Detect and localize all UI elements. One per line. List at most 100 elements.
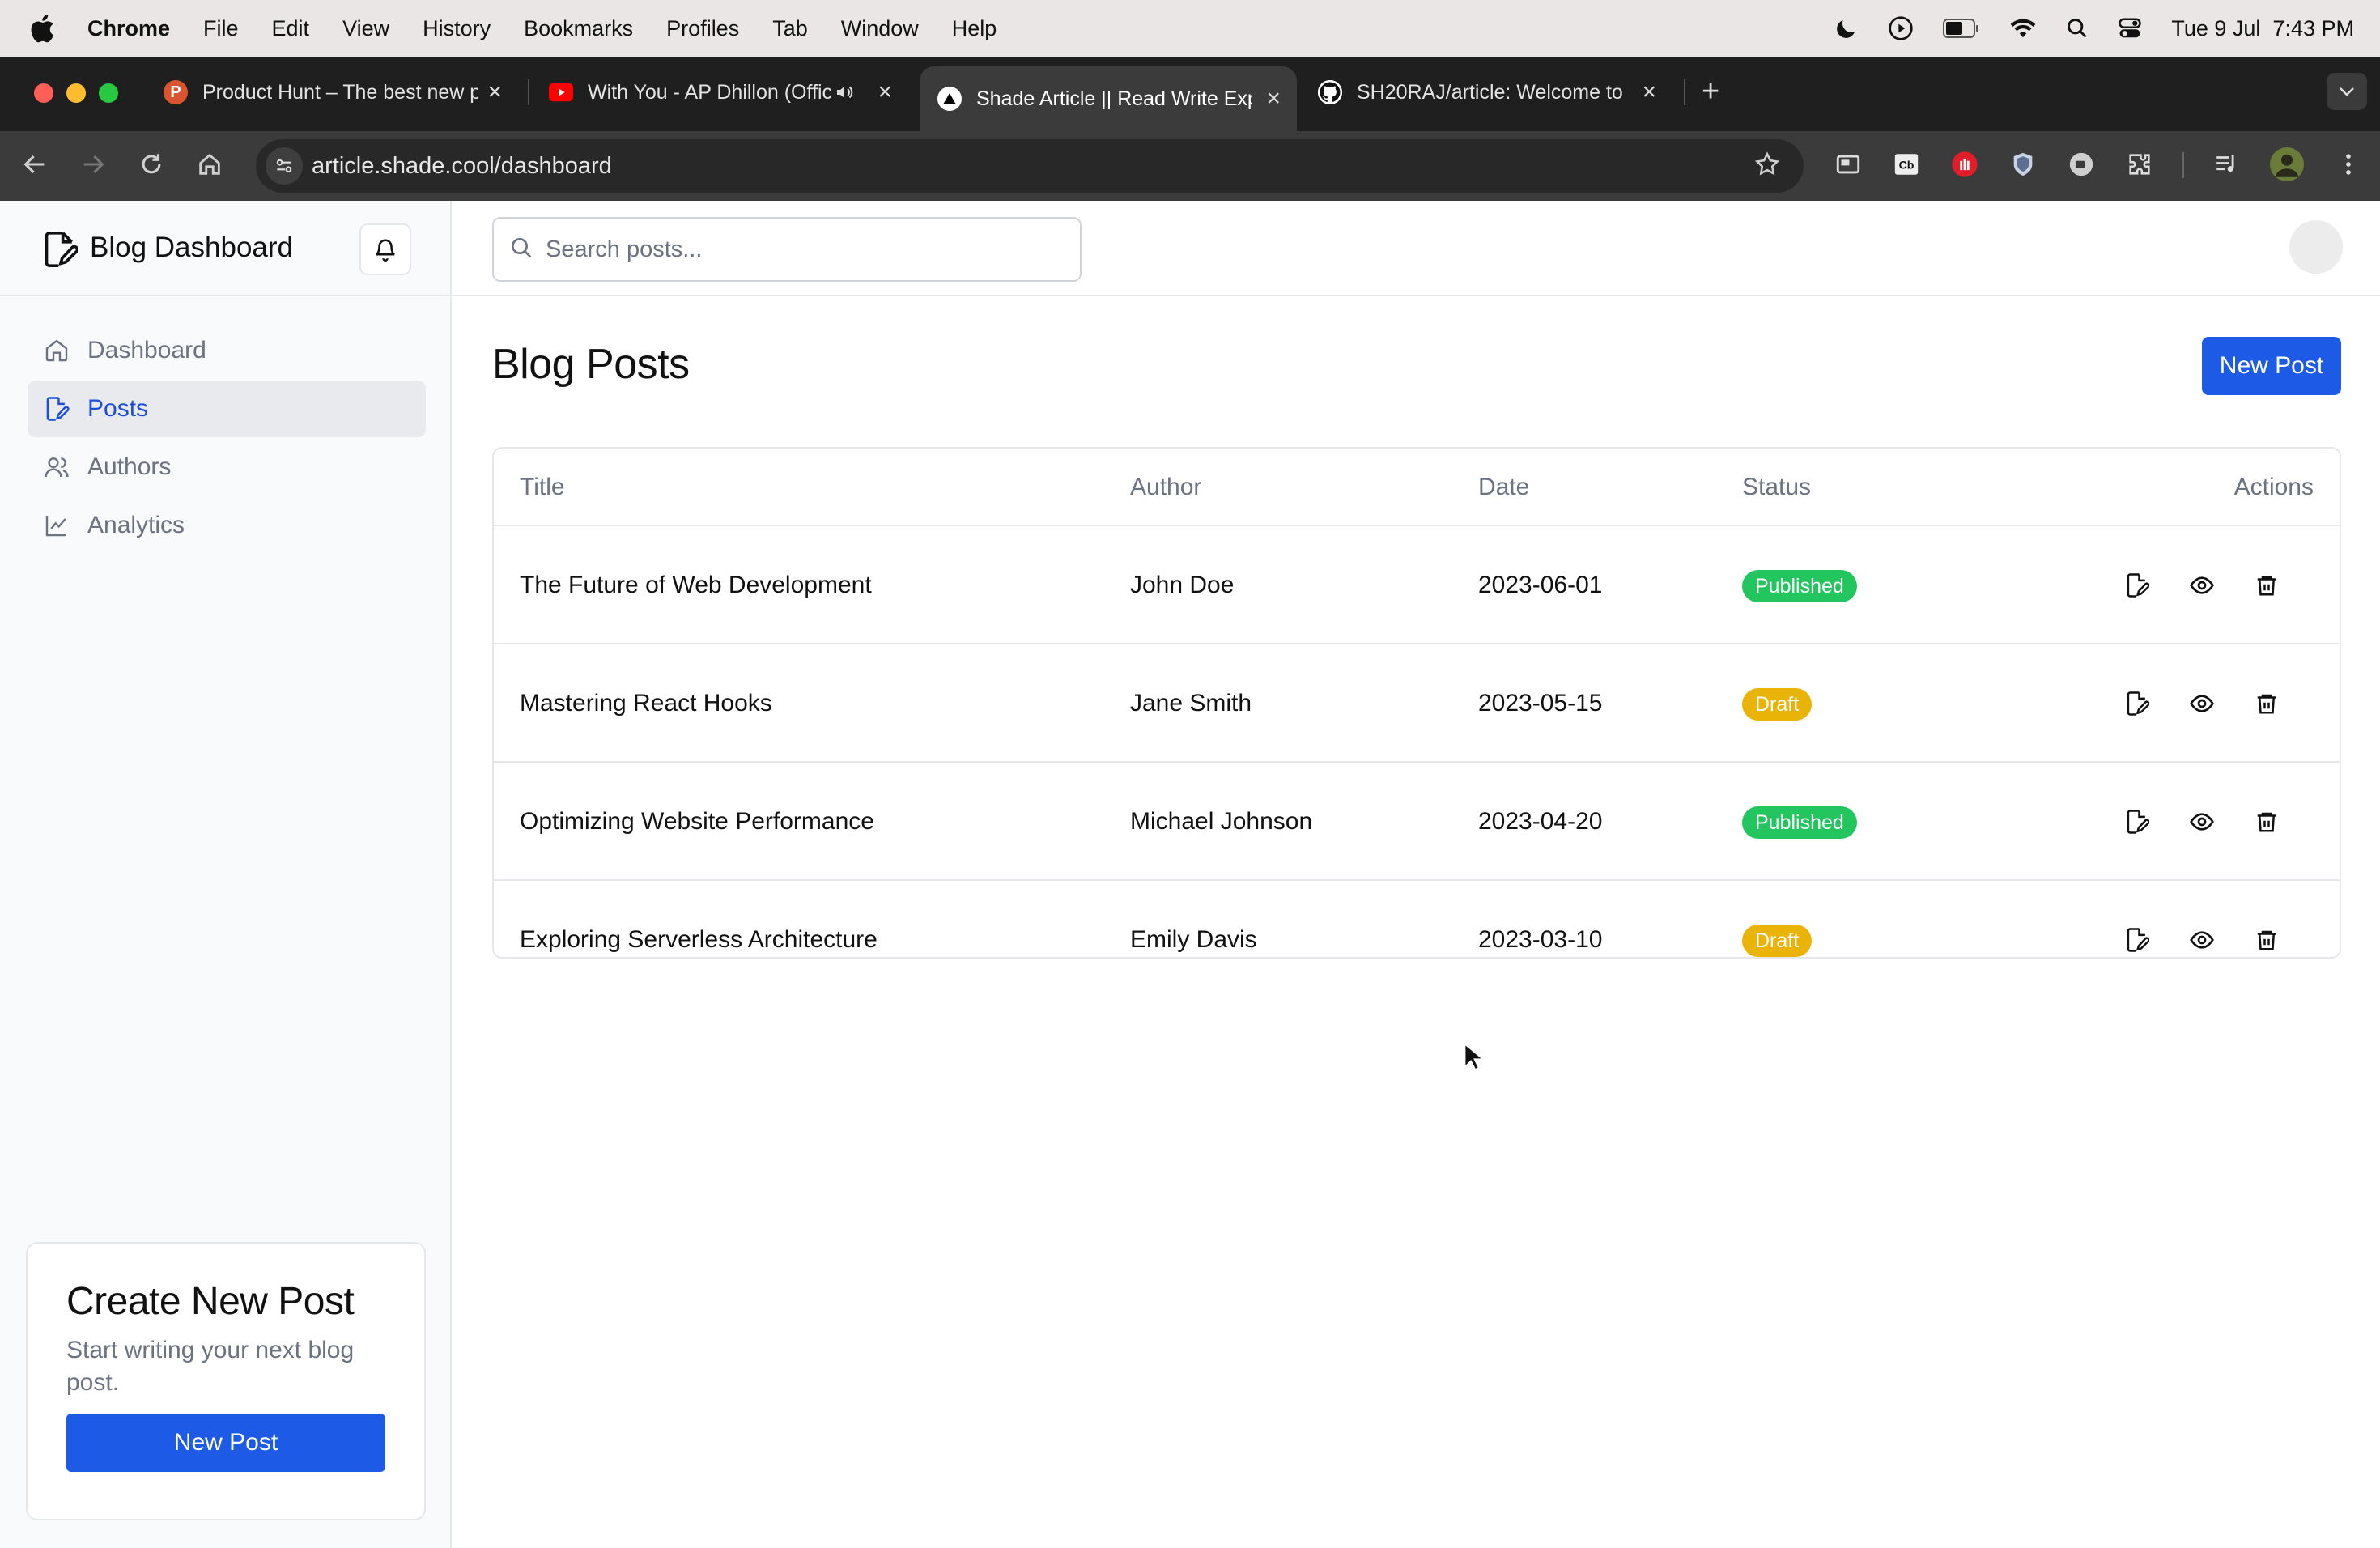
menu-history[interactable]: History — [423, 16, 491, 41]
delete-post-icon[interactable] — [2250, 569, 2283, 602]
media-control-icon[interactable] — [2213, 151, 2241, 178]
notifications-button[interactable] — [359, 223, 411, 275]
line-chart-icon — [44, 512, 70, 538]
apple-icon[interactable] — [28, 12, 60, 45]
bookmark-star-icon[interactable] — [1753, 151, 1781, 178]
extension-shield-icon[interactable] — [2009, 151, 2037, 178]
sidebar-item-analytics[interactable]: Analytics — [28, 497, 426, 554]
menu-file[interactable]: File — [203, 16, 239, 41]
edit-post-icon[interactable] — [2121, 569, 2153, 602]
tab-close-icon[interactable]: × — [1266, 85, 1281, 113]
status-badge: Published — [1742, 806, 1857, 839]
column-header-title[interactable]: Title — [520, 449, 565, 526]
reload-icon[interactable] — [138, 151, 165, 178]
file-pen-icon — [42, 230, 78, 269]
view-post-icon[interactable] — [2186, 687, 2218, 720]
delete-post-icon[interactable] — [2250, 806, 2283, 838]
post-author: Emily Davis — [1130, 926, 1257, 953]
column-header-author[interactable]: Author — [1130, 449, 1201, 526]
search-box[interactable] — [492, 217, 1082, 282]
table-row[interactable]: Optimizing Website Performance Michael Jo… — [494, 763, 2340, 881]
avatar[interactable] — [2289, 220, 2343, 274]
tab-shade-article[interactable]: Shade Article || Read Write Explore × — [920, 66, 1297, 131]
view-post-icon[interactable] — [2186, 569, 2218, 602]
tab-close-icon[interactable]: × — [1642, 79, 1656, 106]
moon-icon[interactable] — [1834, 16, 1859, 40]
spotlight-search-icon[interactable] — [2066, 17, 2089, 40]
post-title[interactable]: Optimizing Website Performance — [520, 763, 874, 881]
table-row[interactable]: The Future of Web Development John Doe 202… — [494, 526, 2340, 644]
menu-help[interactable]: Help — [952, 16, 997, 41]
extension-hand-icon[interactable] — [1951, 151, 1978, 178]
back-arrow-icon[interactable] — [21, 151, 49, 178]
tab-close-icon[interactable]: × — [487, 79, 502, 106]
new-post-button[interactable]: New Post — [2202, 337, 2341, 395]
table-row[interactable]: Mastering React Hooks Jane Smith 2023-05-1… — [494, 644, 2340, 763]
menu-tab[interactable]: Tab — [772, 16, 808, 41]
sidebar-item-dashboard[interactable]: Dashboard — [28, 322, 426, 379]
delete-post-icon[interactable] — [2250, 687, 2283, 720]
sidebar-item-label: Posts — [87, 395, 149, 422]
menu-window[interactable]: Window — [841, 16, 919, 41]
column-header-actions: Actions — [2233, 474, 2314, 500]
post-title[interactable]: Mastering React Hooks — [520, 644, 772, 763]
window-minimize-button[interactable] — [66, 83, 86, 103]
extension-screen-icon[interactable] — [1834, 151, 1862, 178]
site-info-icon[interactable] — [266, 147, 303, 185]
control-center-icon[interactable] — [2118, 16, 2142, 40]
sidebar-new-post-button[interactable]: New Post — [66, 1414, 385, 1472]
url-text[interactable]: article.shade.cool/dashboard — [312, 153, 612, 180]
menubar-clock[interactable]: Tue 9 Jul 7:43 PM — [2171, 16, 2354, 41]
browser-menu-icon[interactable] — [2335, 151, 2362, 178]
brand-title[interactable]: Blog Dashboard — [90, 232, 293, 264]
macos-menu-bar: Chrome File Edit View History Bookmarks … — [0, 0, 2380, 57]
window-close-button[interactable] — [34, 83, 53, 103]
menu-view[interactable]: View — [342, 16, 389, 41]
extension-cb-icon[interactable]: Cb — [1893, 151, 1920, 178]
column-header-date[interactable]: Date — [1478, 449, 1529, 526]
menu-edit[interactable]: Edit — [272, 16, 310, 41]
sidebar-item-posts[interactable]: Posts — [28, 381, 426, 437]
new-tab-icon[interactable]: + — [1702, 74, 1719, 109]
profile-avatar-icon[interactable] — [2270, 147, 2304, 181]
top-bar — [452, 201, 2380, 296]
posts-table: Title Author Date Status Actions The Fut… — [492, 447, 2341, 959]
extension-record-icon[interactable] — [2068, 151, 2095, 178]
window-zoom-button[interactable] — [99, 83, 118, 103]
tab-search-button[interactable] — [2327, 73, 2367, 110]
forward-arrow-icon[interactable] — [79, 151, 107, 178]
triangle-icon — [937, 87, 962, 111]
table-row[interactable]: Exploring Serverless Architecture Emily D… — [494, 881, 2340, 957]
tab-close-icon[interactable]: × — [878, 79, 892, 106]
edit-post-icon[interactable] — [2121, 806, 2153, 838]
post-title[interactable]: Exploring Serverless Architecture — [520, 881, 878, 957]
menu-bookmarks[interactable]: Bookmarks — [524, 16, 633, 41]
menu-chrome[interactable]: Chrome — [87, 16, 170, 41]
post-date: 2023-06-01 — [1478, 572, 1603, 598]
column-header-status[interactable]: Status — [1742, 449, 1811, 526]
sidebar: Blog Dashboard Dashboard Posts Authors A… — [0, 201, 452, 1548]
extensions-puzzle-icon[interactable] — [2126, 151, 2153, 178]
play-circle-icon[interactable] — [1888, 15, 1914, 41]
menu-profiles[interactable]: Profiles — [666, 16, 739, 41]
view-post-icon[interactable] — [2186, 924, 2218, 956]
search-input[interactable] — [546, 219, 1064, 280]
delete-post-icon[interactable] — [2250, 924, 2283, 956]
speaker-icon[interactable] — [834, 83, 855, 102]
post-title[interactable]: The Future of Web Development — [520, 526, 872, 644]
card-subtitle: Start writing your next blog post. — [66, 1337, 355, 1396]
status-badge: Published — [1742, 570, 1857, 602]
battery-icon[interactable] — [1943, 18, 1980, 39]
main-content: Blog Posts New Post Title Author Date St… — [452, 201, 2380, 1548]
wifi-icon[interactable] — [2009, 17, 2037, 40]
tab-github[interactable]: SH20RAJ/article: Welcome to × — [1300, 66, 1672, 118]
tab-youtube[interactable]: With You - AP Dhillon (Official Video) × — [531, 66, 908, 118]
sidebar-item-label: Analytics — [87, 512, 185, 538]
home-icon[interactable] — [196, 151, 223, 178]
post-author: John Doe — [1130, 572, 1235, 598]
sidebar-item-authors[interactable]: Authors — [28, 439, 426, 495]
tab-product-hunt[interactable]: P Product Hunt – The best new products i… — [146, 66, 518, 118]
view-post-icon[interactable] — [2186, 806, 2218, 838]
edit-post-icon[interactable] — [2121, 687, 2153, 720]
edit-post-icon[interactable] — [2121, 924, 2153, 956]
